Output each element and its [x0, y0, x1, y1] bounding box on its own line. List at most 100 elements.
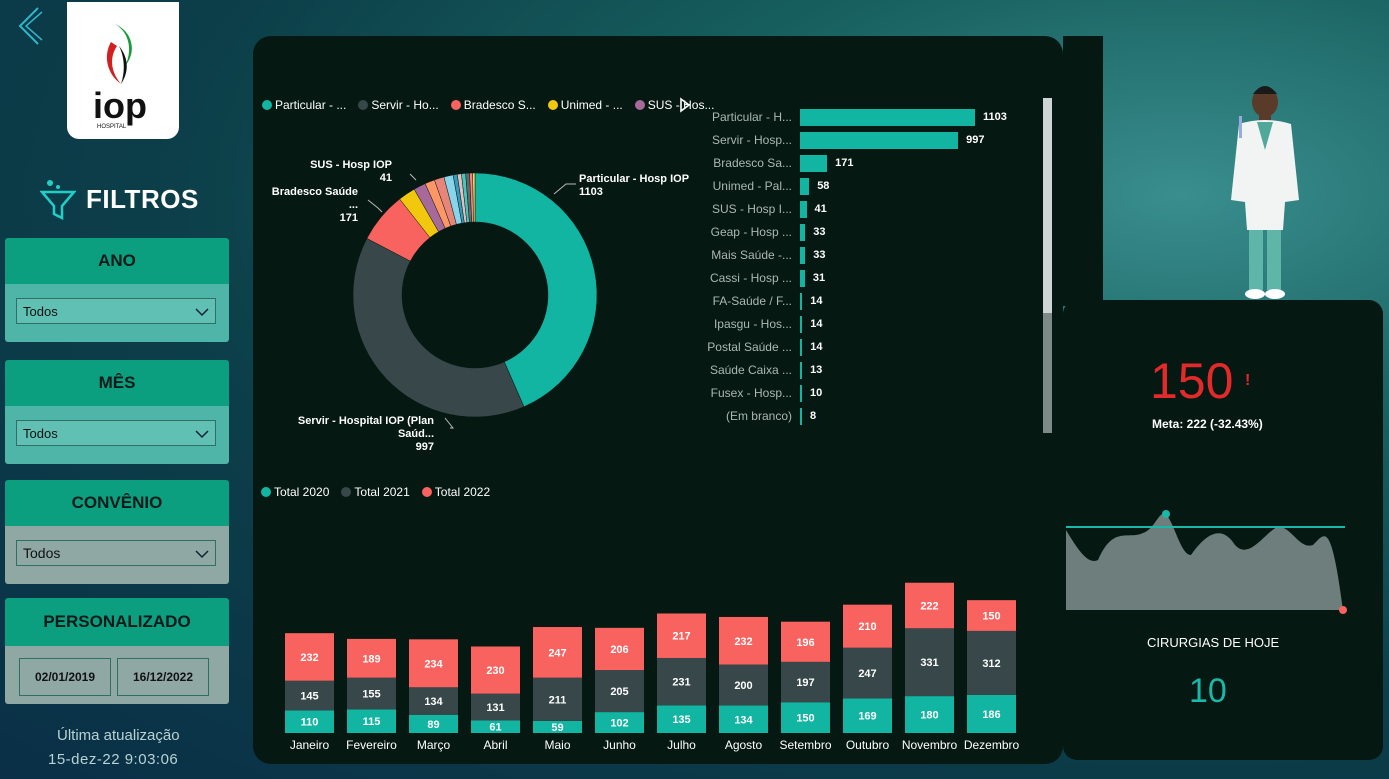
hospital-logo: iop HOSPITAL [67, 2, 179, 139]
segment-value-label: 145 [300, 691, 318, 703]
hbar-category-label: Postal Saúde ... [707, 340, 792, 354]
month-label: Janeiro [290, 738, 330, 752]
legend-item[interactable]: Total 2021 [341, 485, 410, 499]
ano-dropdown[interactable]: Todos [16, 298, 216, 324]
legend-item[interactable]: Unimed - ... [547, 98, 623, 112]
filter-label-convenio: CONVÊNIO [5, 480, 229, 526]
hbar-value-label: 31 [812, 272, 826, 284]
back-chevron-icon[interactable] [14, 6, 44, 46]
segment-value-label: 234 [424, 658, 443, 670]
hbar-row[interactable]: Particular - H... 1103 [700, 108, 1030, 128]
hbar-bar[interactable] [800, 109, 975, 126]
segment-value-label: 247 [548, 647, 566, 659]
hbar-bar[interactable] [800, 155, 828, 172]
hbar-bar[interactable] [800, 408, 802, 425]
legend-dot [547, 100, 558, 110]
hbar-bar[interactable] [800, 316, 803, 333]
last-update-value: 15-dez-22 9:03:06 [48, 751, 179, 768]
segment-value-label: 232 [300, 652, 318, 664]
funnel-icon [40, 180, 76, 220]
segment-value-label: 230 [486, 665, 504, 677]
legend-item[interactable]: Bradesco S... [450, 98, 536, 112]
convenio-dropdown[interactable]: Todos [16, 540, 216, 566]
hbar-category-label: (Em branco) [725, 409, 792, 423]
hbar-bar[interactable] [800, 224, 806, 241]
hbar-bar[interactable] [800, 362, 803, 379]
hbar-value-label: 997 [966, 134, 985, 146]
hbar-bar[interactable] [800, 270, 805, 287]
cirurgias-label: CIRURGIAS DE HOJE [1147, 635, 1280, 650]
start-date-input[interactable]: 02/01/2019 [19, 658, 111, 696]
hbar-bar[interactable] [800, 385, 802, 402]
legend-next-arrow-icon[interactable] [679, 97, 691, 113]
segment-value-label: 180 [920, 710, 938, 722]
hbar-row[interactable]: FA-Saúde / F... 14 [700, 292, 1030, 312]
filter-label-mes: MÊS [5, 360, 229, 406]
hbar-bar[interactable] [800, 178, 810, 195]
legend-item[interactable]: Total 2022 [421, 485, 490, 499]
mes-dropdown[interactable]: Todos [16, 420, 216, 446]
hbar-category-label: Fusex - Hosp... [710, 386, 792, 400]
segment-value-label: 331 [920, 657, 938, 669]
segment-value-label: 196 [796, 637, 814, 649]
segment-value-label: 59 [551, 722, 563, 734]
hbar-row[interactable]: Cassi - Hosp ... 31 [700, 269, 1030, 289]
hbar-bar[interactable] [800, 339, 803, 356]
filter-card-ano: ANO Todos [5, 238, 229, 342]
month-label: Outubro [846, 738, 890, 752]
end-date-input[interactable]: 16/12/2022 [117, 658, 209, 696]
month-label: Dezembro [964, 738, 1020, 752]
legend-dot [634, 100, 645, 110]
convenio-dropdown-value: Todos [23, 545, 61, 561]
month-label: Agosto [725, 738, 763, 752]
scrollbar-thumb[interactable] [1043, 98, 1052, 313]
filter-card-personalizado: PERSONALIZADO 02/01/2019 16/12/2022 [5, 598, 229, 704]
stacked-bar-chart: 110 145 232 Janeiro 115 155 189 Fevereiro 89 134 2… [285, 582, 1020, 752]
hbar-row[interactable]: Ipasgu - Hos... 14 [700, 315, 1030, 335]
hbar-category-label: Bradesco Sa... [713, 156, 792, 170]
hbar-bar[interactable] [800, 201, 807, 218]
hbar-row[interactable]: Saúde Caixa ... 13 [700, 361, 1030, 381]
hbar-bar[interactable] [800, 247, 806, 264]
hbar-value-label: 1103 [983, 111, 1007, 123]
segment-value-label: 169 [858, 711, 876, 723]
last-update-label: Última atualização [57, 727, 180, 744]
month-label: Novembro [902, 738, 958, 752]
donut-label-value: 997 [415, 441, 434, 453]
hbar-row[interactable]: Unimed - Pal... 58 [700, 177, 1030, 197]
panel-connector [1063, 36, 1103, 306]
hbar-row[interactable]: Geap - Hosp ... 33 [700, 223, 1030, 243]
hbar-row[interactable]: Fusex - Hosp... 10 [700, 384, 1030, 404]
month-label: Junho [603, 738, 636, 752]
hbar-category-label: SUS - Hosp I... [711, 202, 792, 216]
filter-card-mes: MÊS Todos [5, 360, 229, 464]
month-label: Março [417, 738, 451, 752]
hbar-row[interactable]: Bradesco Sa... 171 [700, 154, 1030, 174]
legend-item[interactable]: Total 2020 [261, 485, 329, 499]
logo-text: iop [93, 85, 147, 126]
segment-value-label: 197 [796, 677, 814, 689]
hbar-row[interactable]: Postal Saúde ... 14 [700, 338, 1030, 358]
hbar-row[interactable]: (Em branco) 8 [700, 407, 1030, 427]
legend-item[interactable]: Particular - ... [262, 98, 346, 112]
segment-value-label: 200 [734, 680, 752, 692]
legend-dot [450, 100, 461, 110]
legend-item[interactable]: Servir - Ho... [358, 98, 439, 112]
segment-value-label: 312 [982, 658, 1000, 670]
hbar-value-label: 171 [835, 157, 854, 169]
sparkline-max-point [1162, 510, 1170, 518]
hbar-bar[interactable] [800, 132, 959, 149]
month-label: Julho [667, 738, 696, 752]
hbar-value-label: 33 [813, 226, 826, 238]
legend-label: Unimed - ... [560, 98, 623, 112]
kpi-meta: Meta: 222 (-32.43%) [1152, 417, 1263, 431]
hbar-bar[interactable] [800, 293, 803, 310]
hbar-row[interactable]: Servir - Hosp... 997 [700, 131, 1030, 151]
hbar-value-label: 13 [810, 364, 823, 376]
hbar-category-label: Servir - Hosp... [711, 133, 792, 147]
hbar-row[interactable]: SUS - Hosp I... 41 [700, 200, 1030, 220]
donut-label-servir: Servir - Hospital IOP (Plan Saúd... 997 [262, 415, 434, 454]
segment-value-label: 186 [982, 709, 1000, 721]
hbar-value-label: 10 [810, 387, 823, 399]
hbar-row[interactable]: Mais Saúde -... 33 [700, 246, 1030, 266]
